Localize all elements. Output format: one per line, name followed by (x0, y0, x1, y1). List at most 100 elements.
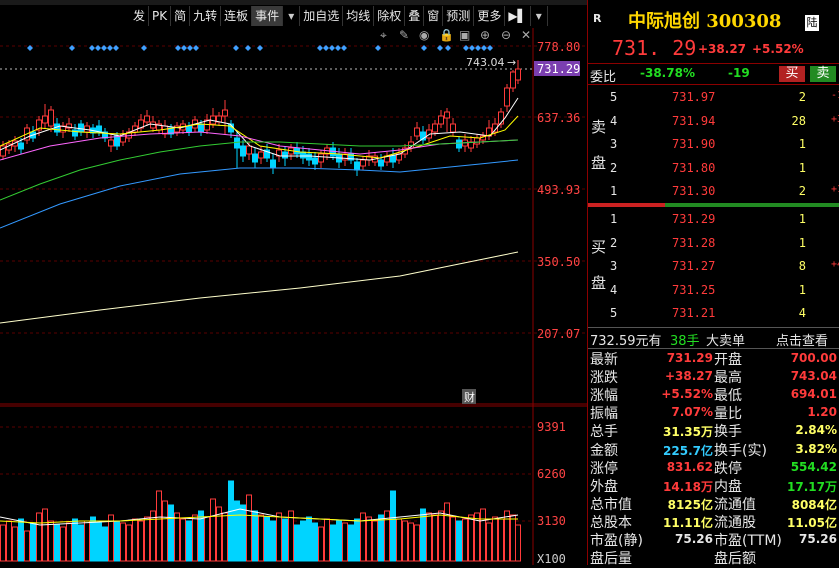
event-marker[interactable] (245, 45, 251, 51)
toolbar-item[interactable]: ▾ (531, 6, 548, 26)
volume-bar[interactable] (402, 520, 408, 562)
volume-bar[interactable] (246, 494, 252, 562)
volume-bar[interactable] (48, 520, 54, 562)
event-marker[interactable] (341, 45, 347, 51)
candle-body[interactable] (318, 153, 324, 163)
candle-body[interactable] (48, 109, 54, 127)
toolbar-item[interactable]: ▶▌ (505, 6, 531, 26)
candlestick-chart[interactable]: 778.80 637.36 493.93 350.50 207.07 731.29 743.… (0, 28, 588, 405)
volume-bar[interactable] (102, 526, 108, 562)
candle-body[interactable] (270, 159, 276, 169)
volume-bar[interactable] (84, 520, 90, 562)
buy-button[interactable]: 买 (779, 66, 805, 82)
big-order-row[interactable]: 732.59元有 38手 大卖单 点击查看 (588, 327, 839, 349)
volume-bar[interactable] (24, 530, 30, 562)
candle-body[interactable] (300, 151, 306, 159)
candle-body[interactable] (306, 153, 312, 161)
volume-bar[interactable] (324, 518, 330, 562)
candle-body[interactable] (198, 123, 204, 133)
volume-bar[interactable] (354, 518, 360, 562)
volume-bar[interactable] (240, 504, 246, 562)
candle-body[interactable] (312, 157, 318, 165)
candle-body[interactable] (18, 142, 24, 150)
sell-level-row[interactable]: 3 731.90 1 (608, 133, 839, 156)
candle-body[interactable] (78, 123, 84, 133)
volume-bar[interactable] (6, 520, 12, 562)
event-marker[interactable] (317, 45, 323, 51)
candle-body[interactable] (108, 139, 114, 147)
candle-body[interactable] (222, 109, 228, 117)
event-marker[interactable] (335, 45, 341, 51)
candle-body[interactable] (515, 68, 521, 81)
candle-body[interactable] (444, 111, 450, 119)
toolbar-item[interactable]: ▾ (283, 6, 301, 26)
toolbar-item[interactable]: 连板 (221, 6, 253, 26)
candle-body[interactable] (414, 127, 420, 137)
volume-bar[interactable] (480, 508, 486, 562)
volume-bar[interactable] (96, 522, 102, 562)
volume-bar[interactable] (366, 516, 372, 562)
candle-body[interactable] (354, 161, 360, 171)
volume-bar[interactable] (0, 524, 6, 562)
volume-bar[interactable] (156, 490, 162, 562)
volume-bar[interactable] (408, 522, 414, 562)
volume-bar[interactable] (372, 520, 378, 562)
volume-bar[interactable] (336, 520, 342, 562)
event-marker[interactable] (107, 45, 113, 51)
volume-bar[interactable] (432, 514, 438, 562)
candle-body[interactable] (510, 71, 516, 89)
volume-bar[interactable] (288, 510, 294, 562)
volume-bar[interactable] (210, 498, 216, 562)
volume-bar[interactable] (276, 512, 282, 562)
volume-bar[interactable] (258, 514, 264, 562)
view-link[interactable]: 点击查看 (776, 330, 828, 349)
volume-bar[interactable] (468, 514, 474, 562)
volume-bar[interactable] (390, 490, 396, 562)
toolbar-item[interactable]: 九转 (190, 6, 222, 26)
event-marker[interactable] (95, 45, 101, 51)
volume-bar[interactable] (306, 516, 312, 562)
volume-bar[interactable] (228, 480, 234, 562)
volume-bar[interactable] (42, 508, 48, 562)
candle-body[interactable] (186, 125, 192, 133)
event-marker[interactable] (257, 45, 263, 51)
toolbar-item[interactable]: 加自选 (300, 6, 344, 26)
pen-icon[interactable]: ✎ (399, 28, 409, 42)
volume-bar[interactable] (456, 520, 462, 562)
volume-bar[interactable] (342, 522, 348, 562)
volume-bar[interactable] (515, 524, 521, 562)
volume-bar[interactable] (90, 516, 96, 562)
candle-body[interactable] (330, 147, 336, 157)
candle-body[interactable] (42, 115, 48, 124)
volume-bar[interactable] (12, 526, 18, 562)
volume-bar[interactable] (66, 522, 72, 562)
volume-bar[interactable] (450, 516, 456, 562)
candle-body[interactable] (282, 151, 288, 159)
candle-body[interactable] (114, 135, 120, 147)
volume-bar[interactable] (204, 516, 210, 562)
buy-level-row[interactable]: 4 731.25 1 (608, 279, 839, 302)
volume-bar[interactable] (180, 518, 186, 562)
volume-bar[interactable] (174, 512, 180, 562)
buy-level-row[interactable]: 2 731.28 1 (608, 232, 839, 255)
volume-bar[interactable] (486, 522, 492, 562)
volume-bar[interactable] (138, 520, 144, 562)
candle-body[interactable] (432, 123, 438, 133)
event-marker[interactable] (89, 45, 95, 51)
volume-bar[interactable] (126, 524, 132, 562)
candle-body[interactable] (438, 115, 444, 125)
volume-bar[interactable] (444, 502, 450, 562)
candle-body[interactable] (234, 137, 240, 149)
candle-body[interactable] (456, 139, 462, 149)
candle-body[interactable] (504, 87, 510, 107)
volume-bar[interactable] (168, 504, 174, 562)
candle-body[interactable] (252, 153, 258, 163)
volume-bar[interactable] (438, 510, 444, 562)
volume-bar[interactable] (60, 526, 66, 562)
volume-bar[interactable] (378, 514, 384, 562)
volume-bar[interactable] (150, 510, 156, 562)
buy-level-row[interactable]: 1 731.29 1 (608, 208, 839, 231)
sell-level-row[interactable]: 1 731.30 2 +1 (608, 180, 839, 203)
event-marker[interactable] (329, 45, 335, 51)
volume-chart[interactable]: 9391 6260 3130 X100 (0, 405, 588, 565)
